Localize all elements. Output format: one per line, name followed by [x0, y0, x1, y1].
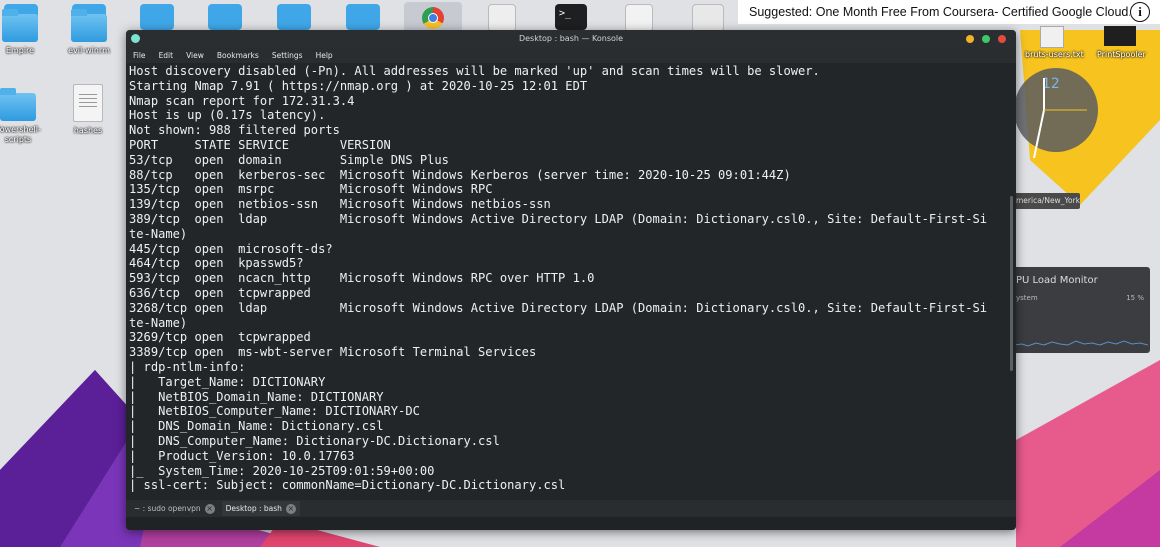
terminal-line: | ssl-cert: Subject: commonName=Dictiona… — [129, 478, 566, 493]
cpu-load-monitor-widget: PU Load Monitor ystem 15 % — [1012, 267, 1150, 353]
document-icon[interactable] — [625, 4, 653, 32]
terminal-output[interactable]: Host discovery disabled (-Pn). All addre… — [129, 64, 1001, 516]
terminal-line: 139/tcp open netbios-ssn Microsoft Windo… — [129, 197, 551, 212]
terminal-line: Not shown: 988 filtered ports — [129, 123, 340, 138]
terminal-line: te-Name) — [129, 315, 188, 330]
menu-bar: File Edit View Bookmarks Settings Help — [126, 47, 1016, 63]
terminal-line: | Target_Name: DICTIONARY — [129, 374, 326, 389]
terminal-line: PORT STATE SERVICE VERSION — [129, 137, 391, 152]
folder-icon — [71, 9, 107, 42]
terminal-line: 3269/tcp open tcpwrapped — [129, 330, 311, 345]
pin-icon[interactable] — [131, 34, 140, 43]
terminal-line: 3268/tcp open ldap Microsoft Windows Act… — [129, 300, 988, 315]
terminal-line: | NetBIOS_Domain_Name: DICTIONARY — [129, 389, 384, 404]
terminal-line: 135/tcp open msrpc Microsoft Windows RPC — [129, 182, 493, 197]
folder-icon[interactable] — [346, 4, 380, 30]
terminal-line: | DNS_Computer_Name: Dictionary-DC.Dicti… — [129, 433, 500, 448]
terminal-line: 88/tcp open kerberos-sec Microsoft Windo… — [129, 167, 791, 182]
tab-label: Desktop : bash — [225, 504, 282, 513]
terminal-icon[interactable]: >_ — [555, 4, 587, 30]
terminal-line: | rdp-ntlm-info: — [129, 359, 246, 374]
terminal-line: 464/tcp open kpasswd5? — [129, 256, 304, 271]
desktop-icon-label: evil-winrm — [68, 46, 110, 55]
folder-icon[interactable] — [140, 4, 174, 30]
terminal-line: 53/tcp open domain Simple DNS Plus — [129, 152, 449, 167]
window-titlebar[interactable]: Desktop : bash — Konsole — [126, 30, 1016, 47]
cpu-graph — [1014, 340, 1148, 347]
close-tab-icon[interactable]: × — [204, 503, 215, 514]
desktop-icon-label: hashes — [73, 126, 103, 135]
folder-icon — [0, 88, 36, 121]
folder-icon — [2, 9, 38, 42]
cpu-monitor-value: 15 % — [1126, 294, 1144, 302]
document-icon — [73, 84, 103, 122]
desktop-icon-bruts-users[interactable]: bruts-users.txt — [1025, 50, 1084, 59]
terminal-line: | Product_Version: 10.0.17763 — [129, 448, 355, 463]
desktop-icon-printspooler[interactable]: PrintSpooler — [1097, 50, 1146, 59]
desktop-icon-label: Empire — [5, 46, 35, 55]
info-icon[interactable]: i — [1130, 2, 1150, 22]
document-icon[interactable] — [488, 4, 516, 32]
document-icon[interactable] — [1040, 26, 1064, 48]
document-icon[interactable] — [1104, 26, 1136, 46]
folder-icon[interactable] — [208, 4, 242, 30]
menu-file[interactable]: File — [133, 51, 146, 60]
terminal-line: 636/tcp open tcpwrapped — [129, 285, 311, 300]
desktop-icon-evil-winrm[interactable]: evil-winrm — [59, 9, 119, 56]
tab-sudo-openvpn[interactable]: ~ : sudo openvpn × — [130, 501, 219, 516]
terminal-line: 3389/tcp open ms-wbt-server Microsoft Te… — [129, 345, 537, 360]
folder-icon[interactable] — [277, 4, 311, 30]
tab-bar: ~ : sudo openvpn × Desktop : bash × — [126, 500, 1016, 517]
terminal-line: | NetBIOS_Computer_Name: DICTIONARY-DC — [129, 404, 420, 419]
tab-label: ~ : sudo openvpn — [134, 504, 201, 513]
terminal-line: Starting Nmap 7.91 ( https://nmap.org ) … — [129, 78, 588, 93]
konsole-window[interactable]: Desktop : bash — Konsole File Edit View … — [126, 30, 1016, 530]
clock-timezone-label: merica/New_York — [1010, 193, 1080, 209]
terminal-line: 389/tcp open ldap Microsoft Windows Acti… — [129, 211, 988, 226]
menu-settings[interactable]: Settings — [272, 51, 303, 60]
menu-view[interactable]: View — [186, 51, 204, 60]
desktop-icon-hashes[interactable]: hashes — [58, 84, 118, 136]
terminal-line: te-Name) — [129, 226, 188, 241]
close-tab-icon[interactable]: × — [285, 503, 296, 514]
menu-help[interactable]: Help — [316, 51, 333, 60]
desktop-icon-label: Powershell- scripts — [0, 125, 41, 144]
desktop-icon-empire[interactable]: Empire — [0, 9, 50, 56]
terminal-line: | DNS_Domain_Name: Dictionary.csl — [129, 419, 384, 434]
maximize-button[interactable] — [982, 35, 990, 43]
analog-clock-widget: 12 — [1012, 66, 1100, 176]
document-icon[interactable] — [692, 4, 724, 32]
menu-bookmarks[interactable]: Bookmarks — [217, 51, 259, 60]
status-bar — [126, 517, 1016, 530]
desktop-icon-powershell-scripts[interactable]: Powershell- scripts — [0, 88, 48, 145]
terminal-line: Nmap scan report for 172.31.3.4 — [129, 93, 355, 108]
minimize-button[interactable] — [966, 35, 974, 43]
terminal-line: 445/tcp open microsoft-ds? — [129, 241, 333, 256]
terminal-line: Host is up (0.17s latency). — [129, 108, 326, 123]
cpu-monitor-system-label: ystem — [1016, 294, 1038, 302]
terminal-line: |_ System_Time: 2020-10-25T09:01:59+00:0… — [129, 463, 435, 478]
terminal-scrollbar[interactable] — [1010, 196, 1013, 371]
tab-desktop-bash[interactable]: Desktop : bash × — [221, 501, 300, 516]
chrome-icon[interactable] — [404, 2, 462, 32]
terminal-line: 593/tcp open ncacn_http Microsoft Window… — [129, 271, 595, 286]
menu-edit[interactable]: Edit — [159, 51, 174, 60]
suggestion-text[interactable]: Suggested: One Month Free From Coursera-… — [738, 5, 1130, 19]
suggestion-banner[interactable]: Suggested: One Month Free From Coursera-… — [738, 0, 1160, 24]
window-title: Desktop : bash — Konsole — [518, 34, 624, 43]
terminal-line: Host discovery disabled (-Pn). All addre… — [129, 64, 820, 78]
cpu-monitor-title: PU Load Monitor — [1016, 275, 1098, 286]
close-button[interactable] — [998, 35, 1006, 43]
